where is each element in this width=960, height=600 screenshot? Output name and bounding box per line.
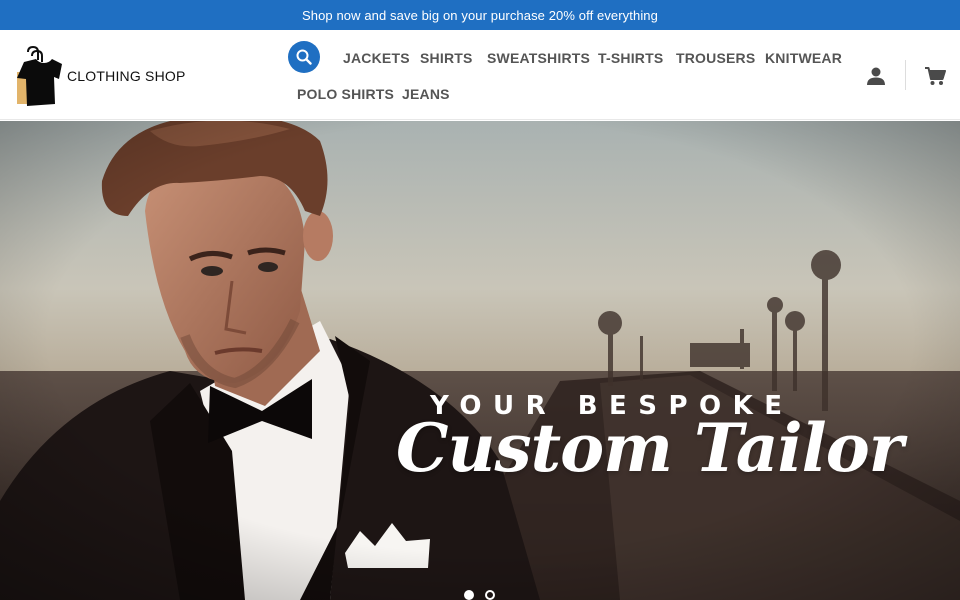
nav-item-shirts[interactable]: SHIRTS xyxy=(420,50,473,66)
nav-item-t-shirts[interactable]: T-SHIRTS xyxy=(598,50,663,66)
nav-item-knitwear[interactable]: KNITWEAR xyxy=(765,50,842,66)
header-divider xyxy=(905,60,906,90)
promo-text: Shop now and save big on your purchase 2… xyxy=(302,7,658,23)
promo-bar: Shop now and save big on your purchase 2… xyxy=(0,0,960,30)
nav-item-polo-shirts[interactable]: POLO SHIRTS xyxy=(297,86,394,102)
nav-item-jackets[interactable]: JACKETS xyxy=(343,50,410,66)
slider-dot-1[interactable] xyxy=(464,590,474,600)
brand-name: CLOTHING SHOP xyxy=(67,67,186,84)
hero-slider[interactable]: YOUR BESPOKE Custom Tailor xyxy=(0,121,960,600)
hero-title: Custom Tailor xyxy=(396,409,904,487)
user-icon xyxy=(867,67,885,85)
site-header: CLOTHING SHOP JACKETS SHIRTS SWEATSHIRTS… xyxy=(0,30,960,120)
cart-icon xyxy=(925,67,946,85)
search-button[interactable] xyxy=(288,41,320,73)
search-icon xyxy=(296,49,312,65)
shopping-bag-icon xyxy=(14,45,64,108)
slider-dot-2[interactable] xyxy=(485,590,495,600)
cart-button[interactable] xyxy=(924,66,946,91)
nav-item-jeans[interactable]: JEANS xyxy=(402,86,450,102)
account-button[interactable] xyxy=(866,66,886,91)
nav-item-trousers[interactable]: TROUSERS xyxy=(676,50,755,66)
hero-image xyxy=(0,121,960,600)
site-logo[interactable]: CLOTHING SHOP xyxy=(14,45,186,108)
nav-item-sweatshirts[interactable]: SWEATSHIRTS xyxy=(487,50,590,66)
